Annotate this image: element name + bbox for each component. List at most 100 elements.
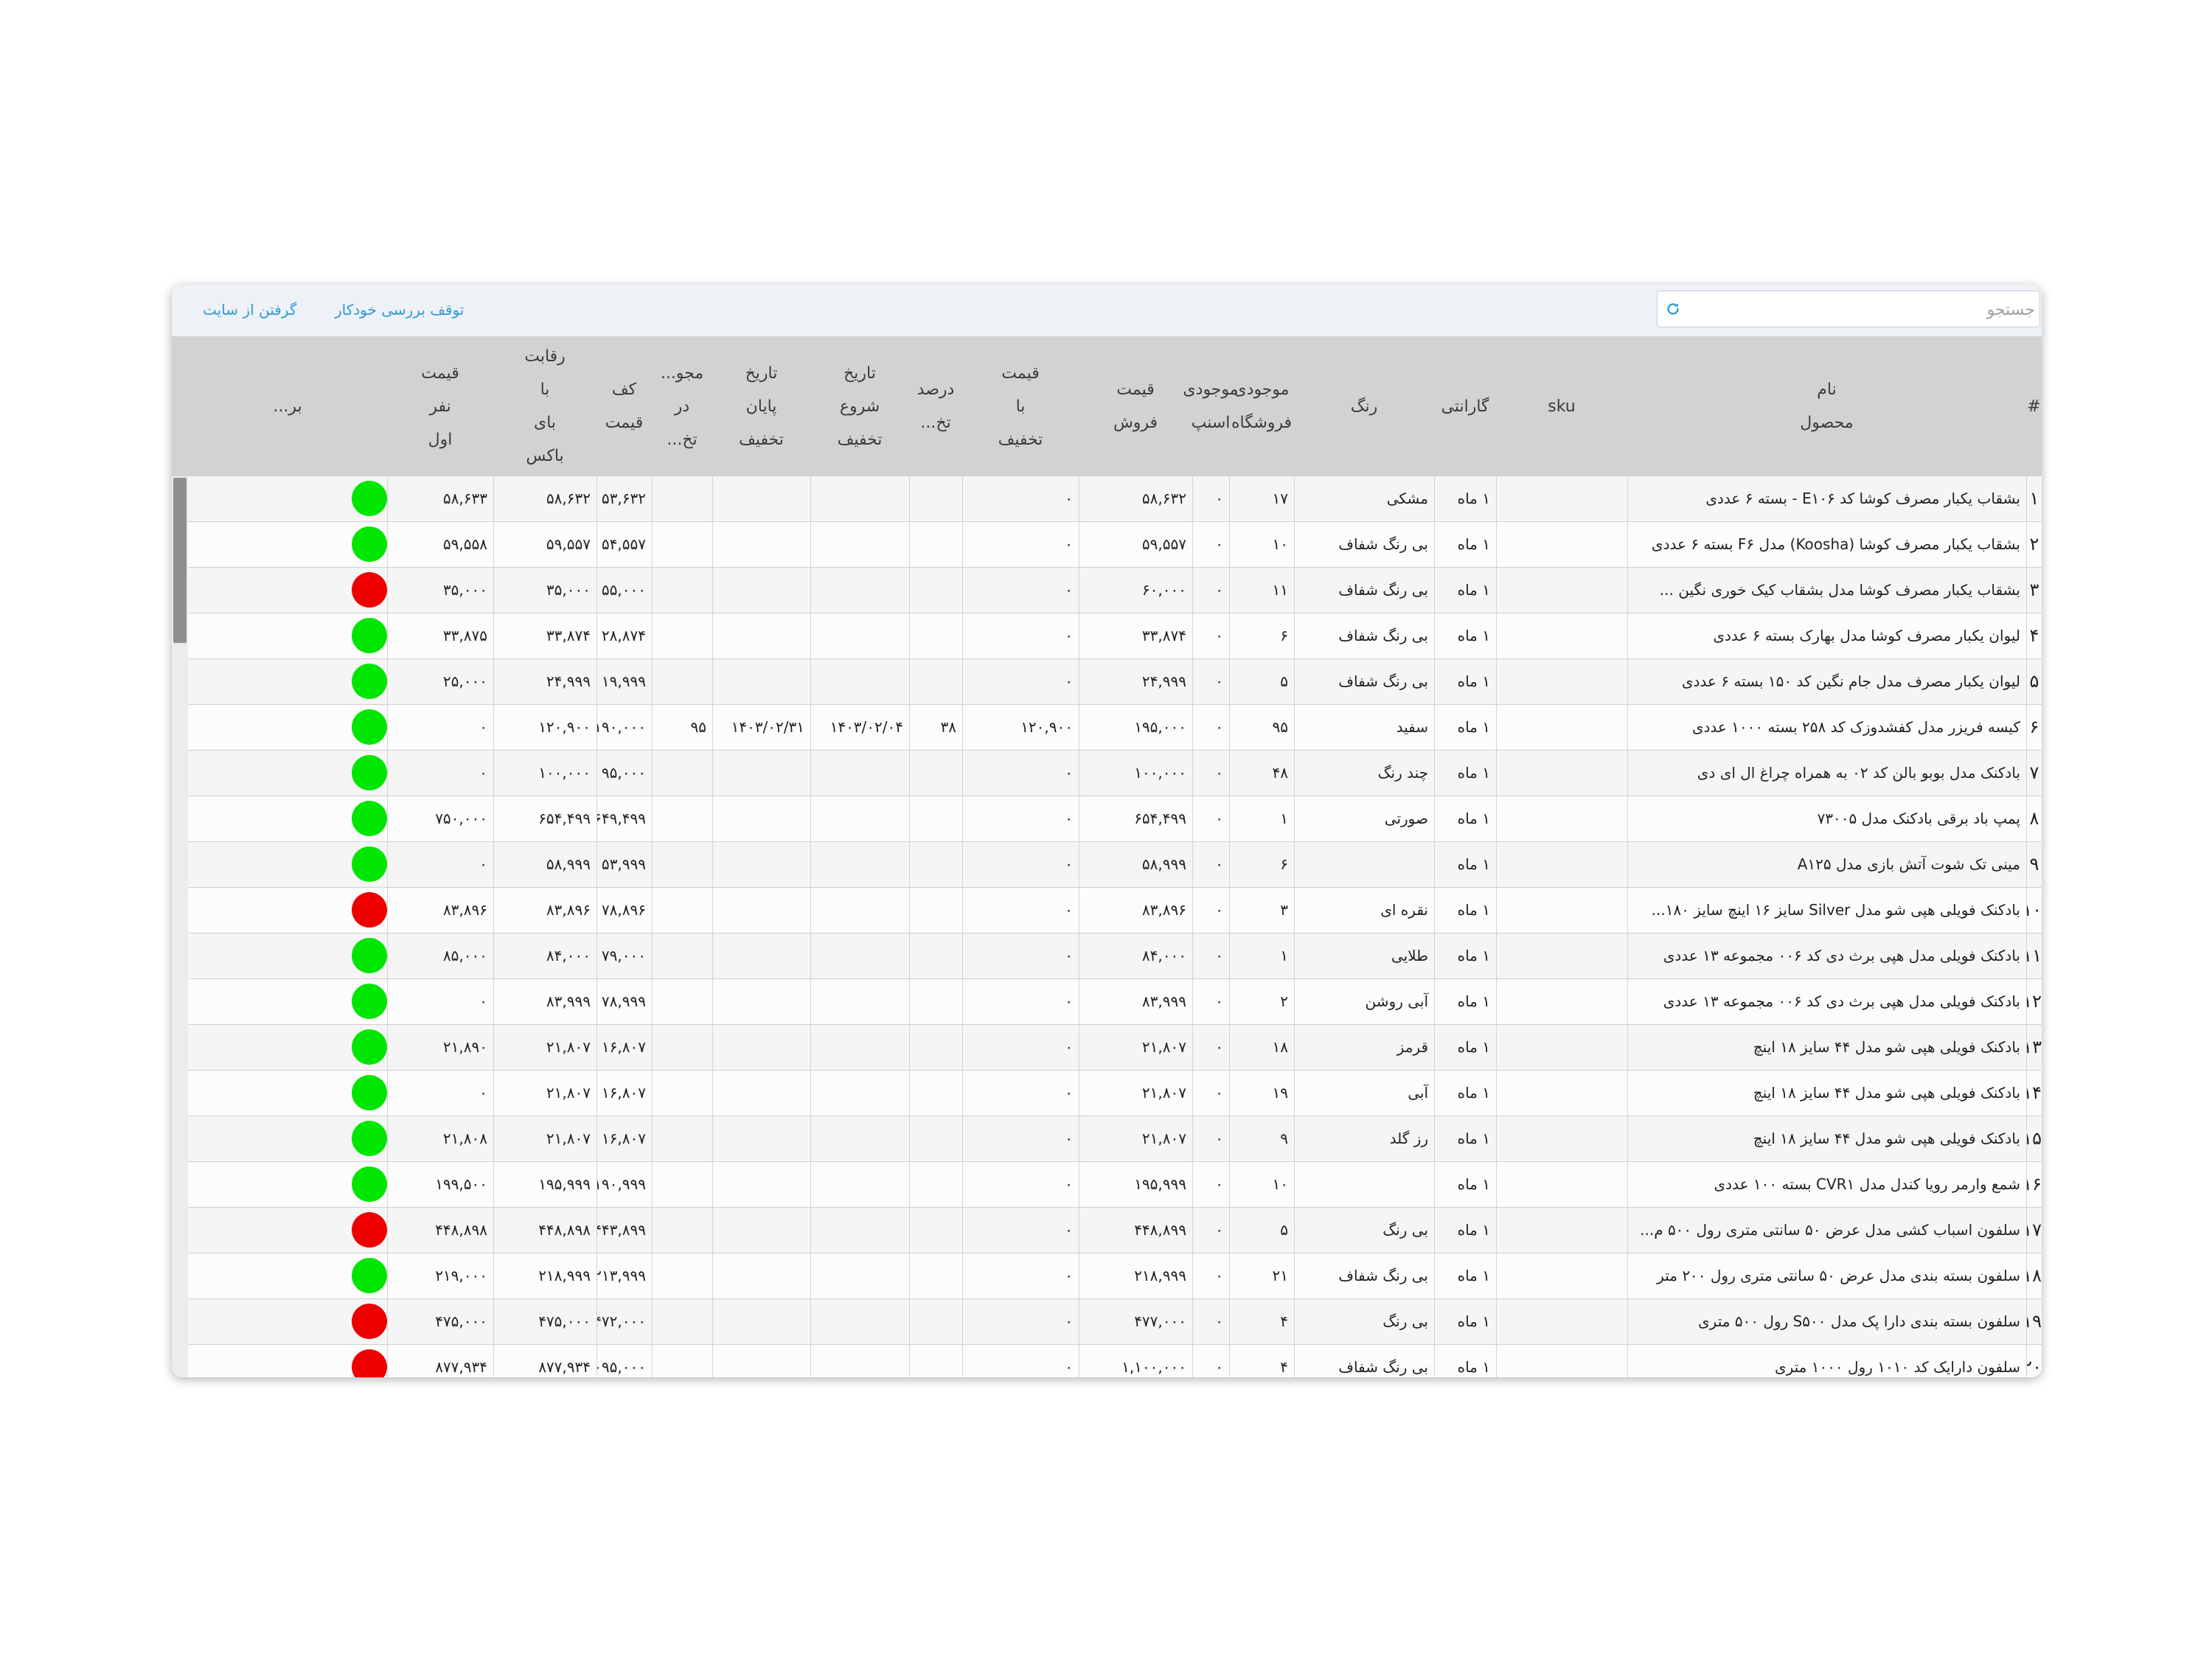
cell-sku[interactable] [1496, 1253, 1627, 1298]
cell-sku[interactable] [1496, 842, 1627, 887]
cell-sale-price[interactable]: ۵۸,۹۹۹ [1079, 842, 1192, 887]
cell-warranty[interactable]: ۱ ماه [1434, 1116, 1496, 1161]
cell-discount-price[interactable]: ۰ [962, 933, 1079, 978]
cell-num[interactable]: ۹ [2026, 842, 2042, 887]
cell-start-date[interactable] [810, 1253, 909, 1298]
cell-floor-price[interactable]: ۱۶,۸۰۷ [597, 1116, 652, 1161]
cell-warranty[interactable]: ۱ ماه [1434, 1345, 1496, 1377]
cell-sale-price[interactable]: ۲۱,۸۰۷ [1079, 1116, 1192, 1161]
cell-discount-price[interactable]: ۰ [962, 1116, 1079, 1161]
cell-sku[interactable] [1496, 1071, 1627, 1116]
cell-start-date[interactable] [810, 842, 909, 887]
cell-color[interactable]: بی رنگ شفاف [1294, 659, 1434, 704]
cell-status[interactable] [188, 522, 387, 567]
cell-name[interactable]: بادکنک فویلی هپی شو مدل ۴۴ سایز ۱۸ اینچ [1627, 1116, 2026, 1161]
cell-discount-pct[interactable] [909, 979, 962, 1024]
cell-status[interactable] [188, 1253, 387, 1298]
cell-discount-pct[interactable] [909, 522, 962, 567]
cell-start-date[interactable] [810, 979, 909, 1024]
cell-color[interactable]: صورتی [1294, 796, 1434, 841]
table-row[interactable]: ۱۲بادکنک فویلی مدل هپی برث دی کد ۰۰۶ مجم… [172, 979, 2042, 1025]
cell-store-stock[interactable]: ۶ [1229, 613, 1294, 658]
cell-end-date[interactable] [712, 1253, 810, 1298]
cell-floor-price[interactable]: ۱۶,۸۰۷ [597, 1071, 652, 1116]
cell-start-date[interactable] [810, 1299, 909, 1344]
cell-first-price[interactable]: ۴۷۵,۰۰۰ [387, 1299, 493, 1344]
cell-store-stock[interactable]: ۳ [1229, 888, 1294, 933]
cell-start-date[interactable] [810, 476, 909, 521]
cell-sku[interactable] [1496, 705, 1627, 750]
cell-discount-price[interactable]: ۰ [962, 751, 1079, 796]
column-header-status[interactable]: بر... [188, 336, 387, 476]
cell-sku[interactable] [1496, 1299, 1627, 1344]
cell-num[interactable]: ۱۳ [2026, 1025, 2042, 1070]
cell-start-date[interactable] [810, 888, 909, 933]
cell-floor-price[interactable]: ۱۹,۹۹۹ [597, 659, 652, 704]
cell-floor-price[interactable]: ۹۵,۰۰۰ [597, 751, 652, 796]
cell-competition[interactable]: ۵۹,۵۵۷ [493, 522, 597, 567]
cell-floor-price[interactable]: ۷۸,۸۹۶ [597, 888, 652, 933]
cell-store-stock[interactable]: ۴۸ [1229, 751, 1294, 796]
cell-discount-pct[interactable] [909, 842, 962, 887]
cell-sku[interactable] [1496, 1162, 1627, 1207]
cell-floor-price[interactable]: ۶۴۹,۴۹۹ [597, 796, 652, 841]
cell-status[interactable] [188, 751, 387, 796]
cell-first-price[interactable]: ۲۱۹,۰۰۰ [387, 1253, 493, 1298]
table-row[interactable]: ۴ لیوان یکبار مصرف کوشا مدل بهارک بسته ۶ … [172, 613, 2042, 659]
cell-competition[interactable]: ۵۸,۶۳۲ [493, 476, 597, 521]
table-row[interactable]: ۱۴بادکنک فویلی هپی شو مدل ۴۴ سایز ۱۸ این… [172, 1071, 2042, 1116]
cell-status[interactable] [188, 1071, 387, 1116]
table-row[interactable]: ۱۷سلفون اسباب کشی مدل عرض ۵۰ سانتی متری … [172, 1208, 2042, 1253]
column-header-warranty[interactable]: گارانتی [1434, 336, 1496, 476]
cell-sale-price[interactable]: ۴۴۸,۸۹۹ [1079, 1208, 1192, 1253]
cell-color[interactable]: مشکی [1294, 476, 1434, 521]
table-row[interactable]: ۹ مینی تک شوت آتش بازی مدل A۱۲۵ ۱ ماه ۶ ۰ ۵۸,… [172, 842, 2042, 888]
cell-snapp-stock[interactable]: ۰ [1192, 751, 1229, 796]
cell-status[interactable] [188, 979, 387, 1024]
cell-discount-price[interactable]: ۰ [962, 659, 1079, 704]
cell-discount-pct[interactable] [909, 1345, 962, 1377]
cell-floor-price[interactable]: ۴۴۳,۸۹۹ [597, 1208, 652, 1253]
cell-color[interactable]: بی رنگ شفاف [1294, 1253, 1434, 1298]
cell-snapp-stock[interactable]: ۰ [1192, 842, 1229, 887]
cell-status[interactable] [188, 705, 387, 750]
cell-sale-price[interactable]: ۵۹,۵۵۷ [1079, 522, 1192, 567]
cell-store-stock[interactable]: ۹ [1229, 1116, 1294, 1161]
cell-start-date[interactable] [810, 522, 909, 567]
cell-snapp-stock[interactable]: ۰ [1192, 1253, 1229, 1298]
cell-color[interactable]: بی رنگ شفاف [1294, 613, 1434, 658]
cell-discount-price[interactable]: ۰ [962, 888, 1079, 933]
cell-num[interactable]: ۲۰ [2026, 1345, 2042, 1377]
cell-sku[interactable] [1496, 522, 1627, 567]
cell-color[interactable]: بی رنگ [1294, 1208, 1434, 1253]
cell-name[interactable]: بادکنک فویلی مدل هپی برث دی کد ۰۰۶ مجموع… [1627, 933, 2026, 978]
cell-competition[interactable]: ۸۳,۸۹۶ [493, 888, 597, 933]
cell-num[interactable]: ۸ [2026, 796, 2042, 841]
cell-store-stock[interactable]: ۱۸ [1229, 1025, 1294, 1070]
cell-status[interactable] [188, 659, 387, 704]
cell-name[interactable]: مینی تک شوت آتش بازی مدل A۱۲۵ [1627, 842, 2026, 887]
column-header-snapp-stock[interactable]: موجودی اسنپ [1183, 336, 1238, 476]
column-header-start-date[interactable]: تاریخ شروع تخفیف [810, 336, 909, 476]
cell-competition[interactable]: ۸۳,۹۹۹ [493, 979, 597, 1024]
cell-first-price[interactable]: ۸۳,۸۹۶ [387, 888, 493, 933]
cell-name[interactable]: سلفون اسباب کشی مدل عرض ۵۰ سانتی متری رو… [1627, 1208, 2026, 1253]
cell-color[interactable]: رز گلد [1294, 1116, 1434, 1161]
cell-color[interactable]: نقره ای [1294, 888, 1434, 933]
cell-competition[interactable]: ۲۱,۸۰۷ [493, 1116, 597, 1161]
cell-discount-price[interactable]: ۱۲۰,۹۰۰ [962, 705, 1079, 750]
cell-competition[interactable]: ۱۹۵,۹۹۹ [493, 1162, 597, 1207]
cell-discount-price[interactable]: ۰ [962, 568, 1079, 613]
cell-sale-price[interactable]: ۵۸,۶۳۲ [1079, 476, 1192, 521]
cell-end-date[interactable] [712, 979, 810, 1024]
cell-sku[interactable] [1496, 888, 1627, 933]
cell-store-stock[interactable]: ۹۵ [1229, 705, 1294, 750]
cell-warranty[interactable]: ۱ ماه [1434, 659, 1496, 704]
cell-first-price[interactable]: ۳۳,۸۷۵ [387, 613, 493, 658]
table-row[interactable]: ۲ بشقاب یکبار مصرف کوشا (Koosha) مدل F۶ ب… [172, 522, 2042, 568]
cell-sale-price[interactable]: ۱۰۰,۰۰۰ [1079, 751, 1192, 796]
column-header-floor-price[interactable]: کف قیمت [597, 336, 652, 476]
cell-first-price[interactable]: ۵۹,۵۵۸ [387, 522, 493, 567]
table-row[interactable]: ۲۰سلفون دارایک کد ۱۰۱۰ رول ۱۰۰۰ متری ۱ ما… [172, 1345, 2042, 1377]
cell-stock-in-disc[interactable] [652, 796, 712, 841]
